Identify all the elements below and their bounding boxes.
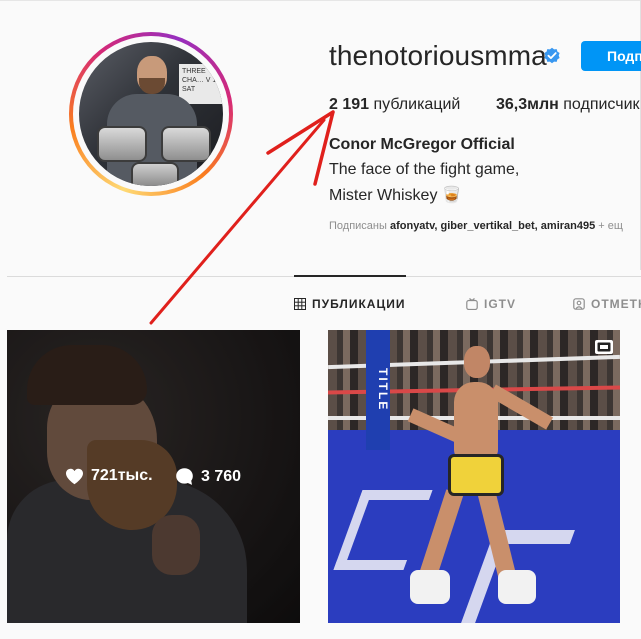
tab-label: ПУБЛИКАЦИИ [312, 297, 406, 311]
fighter-shoe [498, 570, 536, 604]
profile-full-name: Conor McGregor Official [329, 136, 515, 153]
tab-tagged[interactable]: ОТМЕТК [573, 297, 641, 311]
profile-username: thenotoriousmma [329, 40, 547, 71]
grid-icon [294, 298, 306, 310]
active-tab-indicator [294, 275, 406, 277]
avatar-ring-gap: THREE CHA… V 12 SAT [73, 36, 229, 192]
fighter-head [464, 346, 490, 378]
avatar-belt-left [97, 126, 147, 162]
followers-count: 36,3млн [496, 96, 559, 113]
followed-by-account[interactable]: giber_vertikal_bet, [441, 220, 538, 232]
stat-posts: 2 191 публикаций [329, 96, 460, 114]
post-likes: 721тыс. [65, 467, 153, 485]
post-tile[interactable]: 721тыс. 3 760 [7, 330, 300, 623]
fighter-shorts [448, 454, 504, 496]
comment-icon [176, 468, 193, 485]
tab-posts[interactable]: ПУБЛИКАЦИИ [294, 297, 405, 311]
followers-label: подписчик [563, 96, 640, 113]
post-comments: 3 760 [175, 467, 241, 486]
bio-line: Mister Whiskey 🥃 [329, 187, 462, 204]
followed-by[interactable]: Подписаны afonyatv, giber_vertikal_bet, … [329, 220, 623, 232]
bio-line: The face of the fight game, [329, 161, 520, 178]
avatar-photo: THREE CHA… V 12 SAT [79, 42, 223, 186]
tab-label: IGTV [484, 297, 517, 311]
fighter-shoe [410, 570, 450, 604]
fighter-body [454, 382, 498, 460]
avatar-poster-text: THREE CHA… V 12 SAT [179, 64, 223, 104]
ring-post-text: TITLE [366, 330, 390, 450]
avatar-belt-center [131, 162, 179, 186]
comments-count: 3 760 [201, 467, 242, 485]
posts-count: 2 191 [329, 96, 370, 113]
likes-count: 721тыс. [91, 467, 153, 484]
video-icon [595, 340, 613, 354]
follow-button[interactable]: Подп [581, 41, 641, 71]
heart-icon [66, 468, 83, 484]
followed-by-prefix: Подписаны [329, 220, 387, 232]
profile-avatar[interactable]: THREE CHA… V 12 SAT [69, 32, 233, 196]
stat-followers[interactable]: 36,3млн подписчик [496, 96, 640, 114]
tab-label: ОТМЕТК [591, 297, 641, 311]
tagged-icon [573, 298, 585, 310]
top-border [0, 0, 641, 1]
hover-overlay [7, 330, 300, 623]
posts-label: публикаций [373, 96, 461, 113]
avatar-beard [139, 78, 165, 94]
verified-badge-icon [544, 47, 560, 64]
followed-by-account[interactable]: afonyatv, [390, 220, 437, 232]
avatar-belt-right [161, 126, 211, 162]
followed-by-account[interactable]: amiran495 [541, 220, 595, 232]
tab-igtv[interactable]: IGTV [466, 297, 516, 311]
igtv-icon [466, 298, 478, 310]
post-tile[interactable]: TITLE [328, 330, 620, 623]
followed-by-more[interactable]: + ещ [598, 220, 623, 232]
